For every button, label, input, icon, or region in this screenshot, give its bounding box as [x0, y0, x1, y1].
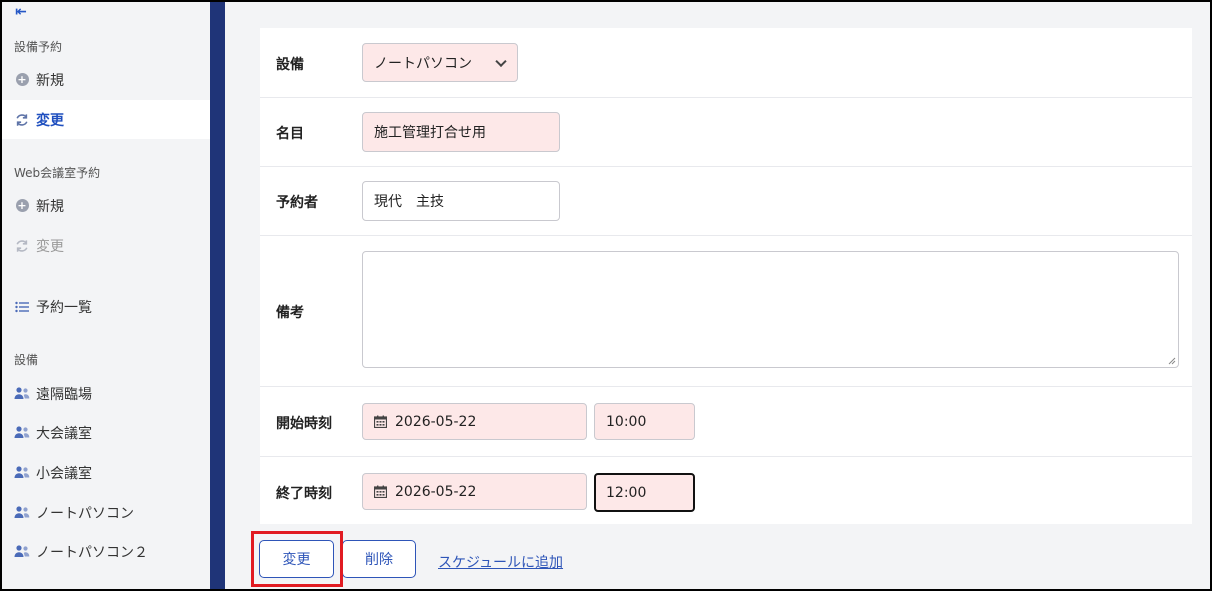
end-time-input[interactable]: 12:00	[594, 473, 695, 512]
sidebar-item-equipment[interactable]: ノートパソコン	[2, 493, 210, 532]
start-time-input[interactable]: 10:00	[594, 403, 695, 440]
sidebar-item-label: 大会議室	[36, 425, 92, 442]
sidebar-item-label: 変更	[36, 238, 64, 255]
equipment-label: 設備	[276, 57, 304, 73]
reserver-input-value: 現代 主技	[374, 194, 444, 210]
add-to-schedule-link[interactable]: スケジュールに追加	[438, 552, 563, 572]
sidebar: ⇤ 設備予約 + 新規 変更 Web会議室予約 + 新規 変更 予約一覧 設備 …	[2, 2, 210, 589]
calendar-icon	[374, 415, 387, 428]
resize-grip-icon[interactable]	[1168, 357, 1176, 365]
end-date-input[interactable]: 2026-05-22	[362, 473, 587, 510]
reserver-label: 予約者	[276, 195, 318, 211]
form-row-title: 名目 施工管理打合せ用	[260, 98, 1192, 167]
sidebar-item-reservation-list[interactable]: 予約一覧	[2, 287, 210, 326]
sidebar-item-label: 予約一覧	[36, 299, 92, 316]
end-time-value: 12:00	[606, 484, 647, 501]
equipment-select-value: ノートパソコン	[374, 55, 472, 72]
reserver-input[interactable]: 現代 主技	[362, 181, 560, 221]
users-icon	[14, 544, 30, 560]
sidebar-item-equipment[interactable]: ノートパソコン２	[2, 532, 210, 571]
collapse-sidebar-icon[interactable]: ⇤	[15, 4, 31, 20]
chevron-down-icon	[495, 55, 507, 67]
calendar-icon	[374, 485, 387, 498]
sidebar-item-label: 新規	[36, 72, 64, 89]
form-row-start: 開始時刻 2026-05-22 10:00	[260, 387, 1192, 457]
list-icon	[14, 299, 30, 315]
sidebar-item-web-change[interactable]: 変更	[2, 226, 210, 265]
start-label: 開始時刻	[276, 416, 332, 432]
section-web-meeting: Web会議室予約	[14, 166, 101, 180]
users-icon	[14, 505, 30, 521]
sidebar-item-equip-change[interactable]: 変更	[2, 100, 210, 139]
section-equipment: 設備	[14, 353, 39, 367]
end-label: 終了時刻	[276, 486, 332, 502]
form-row-end: 終了時刻 2026-05-22 12:00	[260, 457, 1192, 524]
sidebar-item-equip-new[interactable]: + 新規	[2, 60, 210, 99]
users-icon	[14, 425, 30, 441]
highlight-annotation	[251, 531, 343, 587]
reservation-form: 設備 ノートパソコン 名目 施工管理打合せ用 予約者 現代 主技 備考 開始時刻…	[260, 28, 1192, 524]
title-input[interactable]: 施工管理打合せ用	[362, 112, 560, 152]
end-date-value: 2026-05-22	[395, 483, 477, 500]
plus-circle-icon: +	[15, 199, 29, 212]
sidebar-item-equipment[interactable]: 大会議室	[2, 413, 210, 452]
title-input-value: 施工管理打合せ用	[374, 125, 486, 141]
sidebar-item-label: 小会議室	[36, 465, 92, 482]
form-row-notes: 備考	[260, 236, 1192, 387]
delete-button[interactable]: 削除	[342, 540, 416, 578]
sidebar-item-web-new[interactable]: + 新規	[2, 186, 210, 225]
refresh-icon	[14, 112, 30, 128]
sidebar-item-equipment[interactable]: 遠隔臨場	[2, 374, 210, 413]
refresh-icon	[14, 238, 30, 254]
form-row-reserver: 予約者 現代 主技	[260, 167, 1192, 236]
sidebar-item-label: ノートパソコン２	[36, 544, 148, 561]
sidebar-item-equipment[interactable]: 小会議室	[2, 453, 210, 492]
users-icon	[14, 386, 30, 402]
sidebar-item-label: ノートパソコン	[36, 505, 134, 522]
sidebar-item-label: 新規	[36, 198, 64, 215]
equipment-select[interactable]: ノートパソコン	[362, 43, 518, 82]
app-frame: ⇤ 設備予約 + 新規 変更 Web会議室予約 + 新規 変更 予約一覧 設備 …	[0, 0, 1212, 591]
form-row-equipment: 設備 ノートパソコン	[260, 28, 1192, 98]
sidebar-divider	[210, 2, 225, 589]
start-time-value: 10:00	[606, 413, 647, 430]
plus-circle-icon: +	[15, 73, 29, 86]
start-date-input[interactable]: 2026-05-22	[362, 403, 587, 440]
sidebar-item-label: 変更	[36, 112, 64, 129]
start-date-value: 2026-05-22	[395, 413, 477, 430]
users-icon	[14, 465, 30, 481]
notes-textarea[interactable]	[362, 251, 1179, 368]
section-equipment-reservation: 設備予約	[14, 40, 63, 54]
notes-label: 備考	[276, 305, 304, 321]
sidebar-item-label: 遠隔臨場	[36, 386, 92, 403]
title-label: 名目	[276, 126, 304, 142]
